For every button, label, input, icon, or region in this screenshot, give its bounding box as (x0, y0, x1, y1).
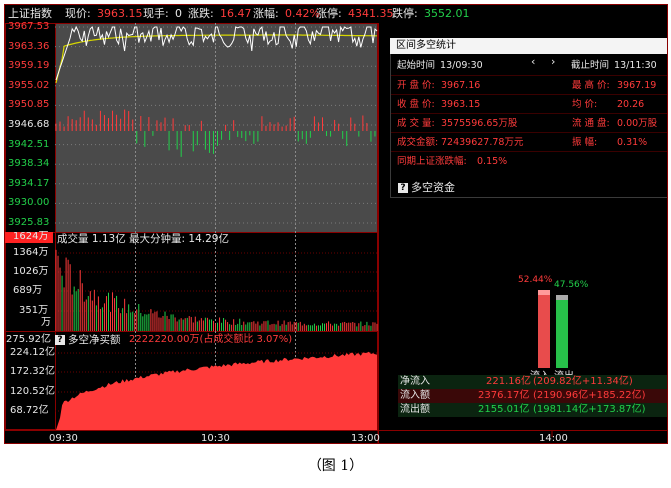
prev-arrow-icon[interactable]: ‹ (531, 55, 535, 68)
start-time-row: 起始时间 13/09:30 (391, 56, 529, 75)
time-label-1030: 10:30 (201, 433, 230, 444)
volume-axis-label: 万 (41, 317, 51, 328)
net-label: 多空净买额 (68, 334, 121, 346)
fund-row-value: 2155.01亿 (478, 404, 530, 415)
stats-value: 3963.15 (441, 99, 481, 110)
stats-label: 开 盘 价: (397, 80, 435, 91)
price-axis-label: 3925.83 (8, 217, 50, 228)
fund-row-label: 流入额 (400, 390, 430, 401)
fund-row-in: 流入额 2376.17亿 (2190.96亿+185.22亿) (398, 389, 667, 403)
stats-label: 成交金额: (397, 137, 439, 148)
price-axis-label: 3959.19 (8, 60, 50, 72)
volume-badge: 1624万 (5, 231, 53, 243)
inflow-bar-cap (538, 290, 550, 295)
volume-axis-label: 1026万 (13, 266, 49, 277)
stats-row: 同期上证涨跌幅: 0.15% (391, 151, 667, 171)
price-axis-label: 3967.53 (8, 21, 50, 32)
price-axis-label: 3955.02 (8, 79, 50, 91)
time-label-1300: 13:00 (351, 433, 380, 444)
stats-label: 流 通 盘: (572, 118, 610, 129)
stats-value: 3967.16 (441, 80, 481, 91)
volume-badge-text: 1624万 (13, 231, 49, 242)
stats-panel-title: 区间多空统计 (390, 38, 667, 54)
end-time-value: 13/11:30 (614, 60, 657, 71)
net-axis-label: 172.32亿 (10, 366, 55, 377)
figure-caption: （图 1） (307, 458, 364, 474)
stats-label: 均 价: (572, 99, 598, 110)
stats-row: 开 盘 价: 3967.16 最 高 价: 3967.19 (391, 75, 667, 95)
stats-value: 3967.19 (617, 80, 657, 91)
volume-axis-label: 351万 (19, 305, 49, 316)
net-badge: 275.92亿 (6, 334, 51, 345)
volume-axis-label: 1364万 (13, 247, 49, 258)
stats-label: 最 高 价: (572, 80, 610, 91)
stats-label: 收 盘 价: (397, 99, 435, 110)
time-label-0930: 09:30 (49, 433, 78, 444)
stats-value: 0.00万股 (617, 118, 658, 129)
price-axis-label: 3930.00 (8, 197, 50, 209)
start-time-value: 13/09:30 (440, 60, 483, 71)
price-axis-label: 3963.36 (8, 40, 50, 52)
volume-panel-border (5, 232, 378, 332)
outflow-bar (556, 295, 568, 368)
stats-value: 20.26 (617, 99, 645, 110)
fund-row-value: 2376.17亿 (478, 390, 530, 401)
fund-row-detail: (209.82亿+11.34亿) (533, 376, 633, 387)
net-axis-label: 224.12亿 (10, 347, 55, 358)
price-axis-label: 3934.17 (8, 177, 50, 189)
net-buy-area (56, 351, 377, 430)
start-time-label: 起始时间 (397, 60, 436, 71)
fund-row-label: 流出额 (400, 404, 430, 415)
volume-label: 成交量 1.13亿 最大分钟量: 14.29亿 (57, 233, 229, 245)
stats-row: 成 交 量: 3575596.65万股 流 通 盘: 0.00万股 (391, 113, 667, 133)
fund-row-detail: (1981.14亿+173.87亿) (533, 404, 646, 415)
help-icon[interactable]: ? (55, 335, 65, 345)
fund-help-icon[interactable]: ? (398, 183, 408, 193)
stats-value: 0.15% (477, 156, 508, 167)
stats-value: 0.31% (617, 137, 648, 148)
end-time-label: 截止时间 (571, 60, 610, 71)
next-arrow-icon[interactable]: › (551, 55, 555, 68)
inflow-bar (538, 290, 550, 368)
stats-row: 成交金额: 72439627.78万元 振 幅: 0.31% (391, 132, 667, 152)
fund-row-detail: (2190.96亿+185.22亿) (533, 390, 646, 401)
end-time-row: 截止时间 13/11:30 (569, 56, 667, 75)
price-axis-label: 3938.34 (8, 158, 50, 170)
stats-value: 3575596.65万股 (441, 118, 518, 129)
stats-label: 振 幅: (572, 137, 598, 148)
net-axis-label: 68.72亿 (10, 405, 49, 416)
stats-value: 72439627.78万元 (441, 137, 524, 148)
volume-grid (55, 252, 378, 312)
price-axis-label: 3942.51 (8, 138, 50, 150)
stock-chart-window: 上证指数 现价: 3963.15 现手: 0 涨跌: 16.47 涨幅: 0.4… (4, 4, 668, 444)
outflow-bar-cap (556, 295, 568, 300)
fund-title: 多空资金 (411, 181, 455, 194)
price-axis-label: 3950.85 (8, 99, 50, 111)
price-axis-label: 3946.68 (8, 119, 50, 130)
stats-row: 收 盘 价: 3963.15 均 价: 20.26 (391, 94, 667, 114)
fund-row-value: 221.16亿 (486, 376, 531, 387)
net-value: 2222220.00万(占成交额比 3.07%) (129, 334, 293, 345)
time-label-1400: 14:00 (539, 433, 568, 444)
stats-label: 成 交 量: (397, 118, 435, 129)
fund-row-label: 净流入 (400, 376, 430, 387)
price-panel-bg (55, 23, 378, 232)
outflow-pct: 47.56% (554, 280, 589, 290)
volume-bars (55, 249, 378, 331)
volume-axis-label: 689万 (13, 285, 43, 296)
fund-row-out: 流出额 2155.01亿 (1981.14亿+173.87亿) (398, 403, 667, 417)
stats-label: 同期上证涨跌幅: (397, 156, 467, 167)
fund-row-net: 净流入 221.16亿 (209.82亿+11.34亿) (398, 375, 667, 389)
net-axis-label: 120.52亿 (10, 386, 55, 397)
inflow-pct: 52.44% (518, 275, 553, 285)
time-ticks (377, 430, 553, 443)
